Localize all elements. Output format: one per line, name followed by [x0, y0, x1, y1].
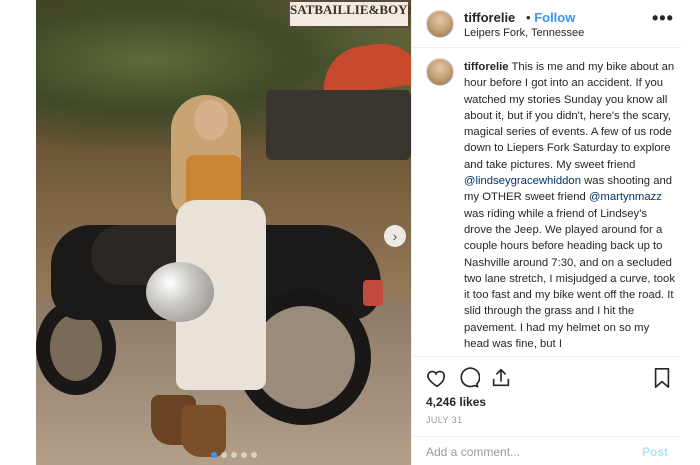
bookmark-icon[interactable] [652, 367, 672, 389]
photo-truck [266, 90, 411, 160]
carousel-next-icon[interactable]: › [384, 225, 406, 247]
caption-text: tifforelie This is me and my bike about … [464, 59, 676, 352]
carousel-dot [221, 452, 227, 458]
follow-button[interactable]: • Follow [526, 10, 575, 25]
photo-tail-light [363, 280, 383, 306]
caption-text-part-3: was riding while a friend of Lindsey's d… [464, 207, 675, 351]
follow-separator: • [526, 10, 531, 25]
photo-store-sign: SATBAILLIE&BOYS [288, 0, 411, 28]
comment-icon[interactable] [458, 367, 480, 389]
author-username[interactable]: tifforelie [464, 10, 515, 25]
photo-person-face [194, 100, 228, 140]
post-comment-button[interactable]: Post [642, 445, 668, 459]
comment-bar: Post [412, 436, 682, 465]
carousel-dot [241, 452, 247, 458]
share-icon[interactable] [490, 367, 512, 389]
post-photo[interactable]: SATBAILLIE&BOYS › [36, 0, 411, 465]
post-location[interactable]: Leipers Fork, Tennessee [464, 27, 584, 39]
comment-input[interactable] [426, 444, 626, 460]
caption-username[interactable]: tifforelie [464, 61, 509, 73]
carousel-dots [211, 452, 257, 458]
post-caption: tifforelie This is me and my bike about … [412, 56, 682, 356]
post-actions: 4,246 likes JULY 31 Post [412, 356, 682, 464]
carousel-dot [211, 452, 217, 458]
author-avatar[interactable] [426, 10, 454, 38]
photo-helmet [146, 262, 214, 322]
instagram-post-frame: SATBAILLIE&BOYS › tifforelie • Follow Le… [0, 0, 700, 465]
heart-icon[interactable] [426, 367, 448, 389]
caption-text-part-1: This is me and my bike about an hour bef… [464, 61, 675, 171]
caption-mention-lindsey[interactable]: @lindseygracewhiddon [464, 175, 581, 187]
more-options-icon[interactable]: ••• [652, 8, 674, 29]
carousel-dot [231, 452, 237, 458]
follow-label[interactable]: Follow [534, 10, 575, 25]
store-sign-text: SATBAILLIE&BOYS [290, 2, 411, 17]
post-side-panel: tifforelie • Follow Leipers Fork, Tennes… [411, 0, 682, 465]
photo-right-boot [181, 405, 226, 457]
carousel-dot [251, 452, 257, 458]
post-date: JULY 31 [426, 415, 463, 425]
caption-avatar[interactable] [426, 58, 454, 86]
caption-mention-martyn[interactable]: @martynmazz [589, 191, 662, 203]
post-header: tifforelie • Follow Leipers Fork, Tennes… [412, 0, 682, 48]
likes-count[interactable]: 4,246 likes [426, 395, 486, 409]
